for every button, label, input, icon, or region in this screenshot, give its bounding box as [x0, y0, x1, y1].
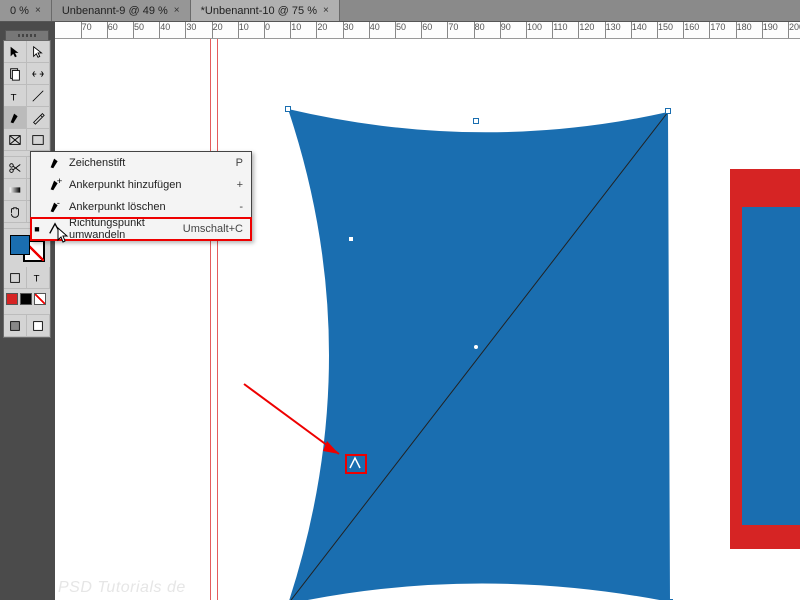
- tab-label: *Unbenannt-10 @ 75 %: [201, 5, 317, 17]
- handle-tr[interactable]: [665, 108, 671, 114]
- rectangle-tool[interactable]: [27, 129, 50, 151]
- watermark: PSD Tutorials de: [58, 579, 186, 597]
- gap-tool[interactable]: [27, 63, 50, 85]
- center-point[interactable]: [473, 344, 479, 350]
- svg-text:T: T: [11, 92, 17, 103]
- annotation-arrow: [239, 379, 359, 469]
- guide-vertical[interactable]: [217, 39, 218, 600]
- flyout-shortcut: P: [236, 157, 245, 169]
- formatting-text-icon[interactable]: T: [27, 267, 50, 289]
- formatting-container-icon[interactable]: [4, 267, 27, 289]
- handle-tc[interactable]: [473, 118, 479, 124]
- svg-text:+: +: [57, 178, 62, 187]
- pen-minus-icon: -: [47, 200, 63, 214]
- flyout-shortcut: Umschalt+C: [183, 223, 245, 235]
- scissors-tool[interactable]: [4, 157, 27, 179]
- cursor-arrow-icon: [56, 227, 70, 243]
- flyout-label: Ankerpunkt löschen: [69, 201, 233, 213]
- type-tool[interactable]: T: [4, 85, 27, 107]
- selected-marker: ■: [33, 224, 41, 234]
- tab-label: Unbenannt-9 @ 49 %: [62, 5, 168, 17]
- tab-1[interactable]: Unbenannt-9 @ 49 % ×: [52, 0, 191, 21]
- tab-label: 0 %: [10, 5, 29, 17]
- selection-tool[interactable]: [4, 41, 27, 63]
- svg-text:T: T: [34, 273, 40, 284]
- flyout-delete-anchor[interactable]: - Ankerpunkt löschen -: [31, 196, 251, 218]
- rectangle-frame-tool[interactable]: [4, 129, 27, 151]
- guide-vertical[interactable]: [210, 39, 211, 600]
- apply-red-chip[interactable]: [6, 293, 18, 305]
- red-rectangle[interactable]: [730, 169, 800, 549]
- tab-2[interactable]: *Unbenannt-10 @ 75 % ×: [191, 0, 340, 21]
- pen-tool[interactable]: [4, 107, 27, 129]
- page-tool[interactable]: [4, 63, 27, 85]
- direction-handle[interactable]: [348, 236, 354, 242]
- flyout-shortcut: -: [239, 201, 245, 213]
- close-icon[interactable]: ×: [174, 5, 180, 16]
- view-mode-normal[interactable]: [4, 315, 27, 337]
- ruler-horizontal[interactable]: 7060504030201001020304050607080901001101…: [55, 22, 800, 39]
- blue-inner-rectangle[interactable]: [742, 207, 800, 525]
- view-mode-preview[interactable]: [27, 315, 50, 337]
- close-icon[interactable]: ×: [35, 5, 41, 16]
- close-icon[interactable]: ×: [323, 5, 329, 16]
- apply-none-chip[interactable]: [34, 293, 46, 305]
- blue-shape[interactable]: [270, 94, 690, 600]
- tab-0[interactable]: 0 % ×: [0, 0, 52, 21]
- handle-tl[interactable]: [285, 106, 291, 112]
- line-tool[interactable]: [27, 85, 50, 107]
- gradient-swatch-tool[interactable]: [4, 179, 27, 201]
- palette-grip[interactable]: [5, 30, 49, 40]
- flyout-add-anchor[interactable]: + Ankerpunkt hinzufügen +: [31, 174, 251, 196]
- flyout-label: Ankerpunkt hinzufügen: [69, 179, 231, 191]
- direct-selection-tool[interactable]: [27, 41, 50, 63]
- apply-color-row: [4, 289, 50, 309]
- canvas[interactable]: PSD Tutorials de: [55, 39, 800, 600]
- apply-black-chip[interactable]: [20, 293, 32, 305]
- document-tabs: 0 % × Unbenannt-9 @ 49 % × *Unbenannt-10…: [0, 0, 800, 22]
- flyout-shortcut: +: [237, 179, 245, 191]
- pen-plus-icon: +: [47, 178, 63, 192]
- flyout-label: Richtungspunkt umwandeln: [69, 217, 177, 241]
- pen-icon: [47, 156, 63, 170]
- flyout-label: Zeichenstift: [69, 157, 230, 169]
- svg-text:-: -: [57, 200, 60, 209]
- flyout-pen[interactable]: Zeichenstift P: [31, 152, 251, 174]
- fill-swatch[interactable]: [10, 235, 30, 255]
- hand-tool[interactable]: [4, 201, 27, 223]
- pencil-tool[interactable]: [27, 107, 50, 129]
